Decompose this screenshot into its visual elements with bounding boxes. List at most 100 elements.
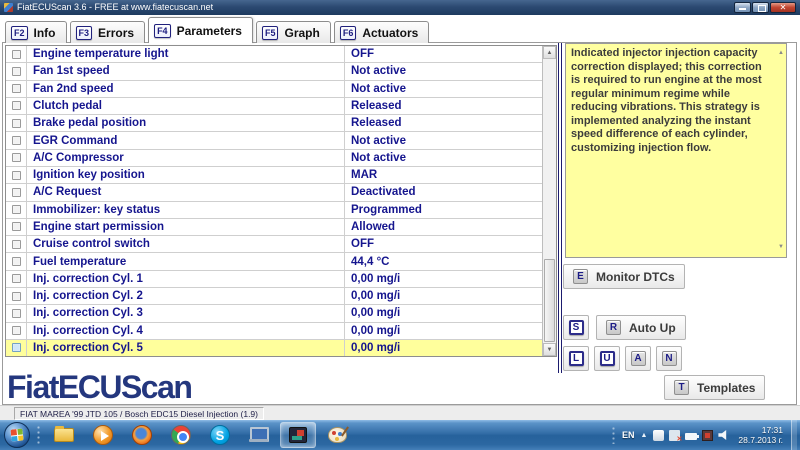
firefox-taskbar-button[interactable] (124, 422, 160, 448)
battery-icon[interactable] (685, 433, 697, 440)
device-icon[interactable] (702, 430, 713, 441)
row-checkbox[interactable] (12, 257, 21, 266)
parameter-name: Ignition key position (27, 167, 345, 183)
row-checkbox[interactable] (12, 274, 21, 283)
n-key-button[interactable]: N (656, 346, 682, 371)
row-checkbox[interactable] (12, 326, 21, 335)
clock-time: 17:31 (762, 425, 783, 435)
parameter-row[interactable]: Engine temperature light OFF (6, 46, 542, 63)
parameter-row[interactable]: Ignition key position MAR (6, 167, 542, 184)
parameter-row[interactable]: Fan 2nd speed Not active (6, 81, 542, 98)
parameter-row[interactable]: A/C Compressor Not active (6, 150, 542, 167)
devices-taskbar-button[interactable] (241, 422, 277, 448)
action-center-icon[interactable] (653, 430, 664, 441)
parameter-row[interactable]: Immobilizer: key status Programmed (6, 202, 542, 219)
tab-graph[interactable]: F5 Graph (256, 21, 331, 43)
close-button[interactable] (770, 2, 796, 13)
explorer-taskbar-button[interactable] (46, 422, 82, 448)
parameter-name: Fan 2nd speed (27, 81, 345, 97)
tab-info[interactable]: F2 Info (5, 21, 67, 43)
volume-icon[interactable] (718, 429, 730, 441)
parameter-row[interactable]: EGR Command Not active (6, 132, 542, 149)
language-indicator[interactable]: EN (622, 430, 635, 440)
parameter-row[interactable]: Cruise control switch OFF (6, 236, 542, 253)
parameter-row[interactable]: Inj. correction Cyl. 1 0,00 mg/i (6, 271, 542, 288)
row-checkbox[interactable] (12, 240, 21, 249)
templates-button[interactable]: T Templates (664, 375, 765, 400)
parameter-row[interactable]: Inj. correction Cyl. 3 0,00 mg/i (6, 305, 542, 322)
row-checkbox[interactable] (12, 84, 21, 93)
row-checkbox[interactable] (12, 119, 21, 128)
tab-actuators[interactable]: F6 Actuators (334, 21, 430, 43)
row-checkbox[interactable] (12, 205, 21, 214)
media-player-taskbar-button[interactable] (85, 422, 121, 448)
row-checkbox[interactable] (12, 171, 21, 180)
parameter-value: OFF (345, 236, 542, 252)
parameter-name: Engine temperature light (27, 46, 345, 62)
row-checkbox[interactable] (12, 67, 21, 76)
show-desktop-button[interactable] (791, 420, 797, 450)
taskbar-icons (46, 422, 355, 448)
parameter-row[interactable]: Fuel temperature 44,4 °C (6, 253, 542, 270)
parameter-name: A/C Compressor (27, 150, 345, 166)
parameter-row[interactable]: Inj. correction Cyl. 4 0,00 mg/i (6, 323, 542, 340)
checkbox-cell (6, 98, 27, 114)
row-checkbox[interactable] (12, 188, 21, 197)
row-checkbox[interactable] (12, 343, 21, 352)
checkbox-cell (6, 184, 27, 200)
parameter-name: Brake pedal position (27, 115, 345, 131)
info-scroll-up-icon[interactable] (778, 47, 784, 61)
maximize-button[interactable] (752, 2, 769, 13)
tab-parameters[interactable]: F4 Parameters (148, 17, 253, 43)
row-checkbox[interactable] (12, 136, 21, 145)
taskbar-clock[interactable]: 17:31 28.7.2013 г. (738, 425, 783, 445)
s-key-button[interactable]: S (563, 315, 589, 340)
tray-grip (611, 426, 616, 444)
monitor-dtcs-button[interactable]: E Monitor DTCs (563, 264, 685, 289)
scroll-up-icon[interactable] (543, 46, 556, 59)
chrome-taskbar-button[interactable] (163, 422, 199, 448)
checkbox-cell (6, 202, 27, 218)
parameter-name: A/C Request (27, 184, 345, 200)
row-checkbox[interactable] (12, 292, 21, 301)
tab-fkey: F3 (76, 26, 93, 40)
ecuscan-taskbar-button[interactable] (280, 422, 316, 448)
skype-icon (210, 425, 230, 445)
u-key-button[interactable]: U (594, 346, 620, 371)
info-scroll-down-icon[interactable] (778, 241, 784, 255)
scroll-down-icon[interactable] (543, 343, 556, 356)
row-checkbox[interactable] (12, 101, 21, 110)
parameter-value: Not active (345, 81, 542, 97)
row-checkbox[interactable] (12, 309, 21, 318)
minimize-button[interactable] (734, 2, 751, 13)
paint-taskbar-button[interactable] (319, 422, 355, 448)
parameter-row[interactable]: Engine start permission Allowed (6, 219, 542, 236)
parameter-row[interactable]: Fan 1st speed Not active (6, 63, 542, 80)
a-key-button[interactable]: A (625, 346, 651, 371)
l-key-button[interactable]: L (563, 346, 589, 371)
row-checkbox[interactable] (12, 153, 21, 162)
skype-taskbar-button[interactable] (202, 422, 238, 448)
parameter-name: Clutch pedal (27, 98, 345, 114)
start-button[interactable] (4, 422, 30, 448)
parameter-row[interactable]: Inj. correction Cyl. 2 0,00 mg/i (6, 288, 542, 305)
checkbox-cell (6, 253, 27, 269)
devices-icon (249, 426, 269, 444)
network-error-icon[interactable] (669, 430, 680, 441)
system-tray: EN ▲ 17:31 28.7.2013 г. (611, 420, 797, 450)
parameter-row[interactable]: Brake pedal position Released (6, 115, 542, 132)
tab-errors[interactable]: F3 Errors (70, 21, 146, 43)
parameter-row[interactable]: A/C Request Deactivated (6, 184, 542, 201)
parameter-name: Inj. correction Cyl. 1 (27, 271, 345, 287)
tab-bar: F2 Info F3 Errors F4 Parameters F5 Graph… (5, 17, 432, 43)
tab-label: Info (34, 26, 56, 40)
parameter-row[interactable]: Inj. correction Cyl. 5 0,00 mg/i (6, 340, 542, 356)
row-checkbox[interactable] (12, 50, 21, 59)
auto-up-button[interactable]: R Auto Up (596, 315, 686, 340)
scrollbar-thumb[interactable] (544, 259, 555, 342)
table-scrollbar[interactable] (542, 46, 556, 356)
parameter-row[interactable]: Clutch pedal Released (6, 98, 542, 115)
tab-fkey: F4 (154, 24, 171, 38)
row-checkbox[interactable] (12, 222, 21, 231)
show-hidden-icons-chevron[interactable]: ▲ (640, 432, 647, 439)
